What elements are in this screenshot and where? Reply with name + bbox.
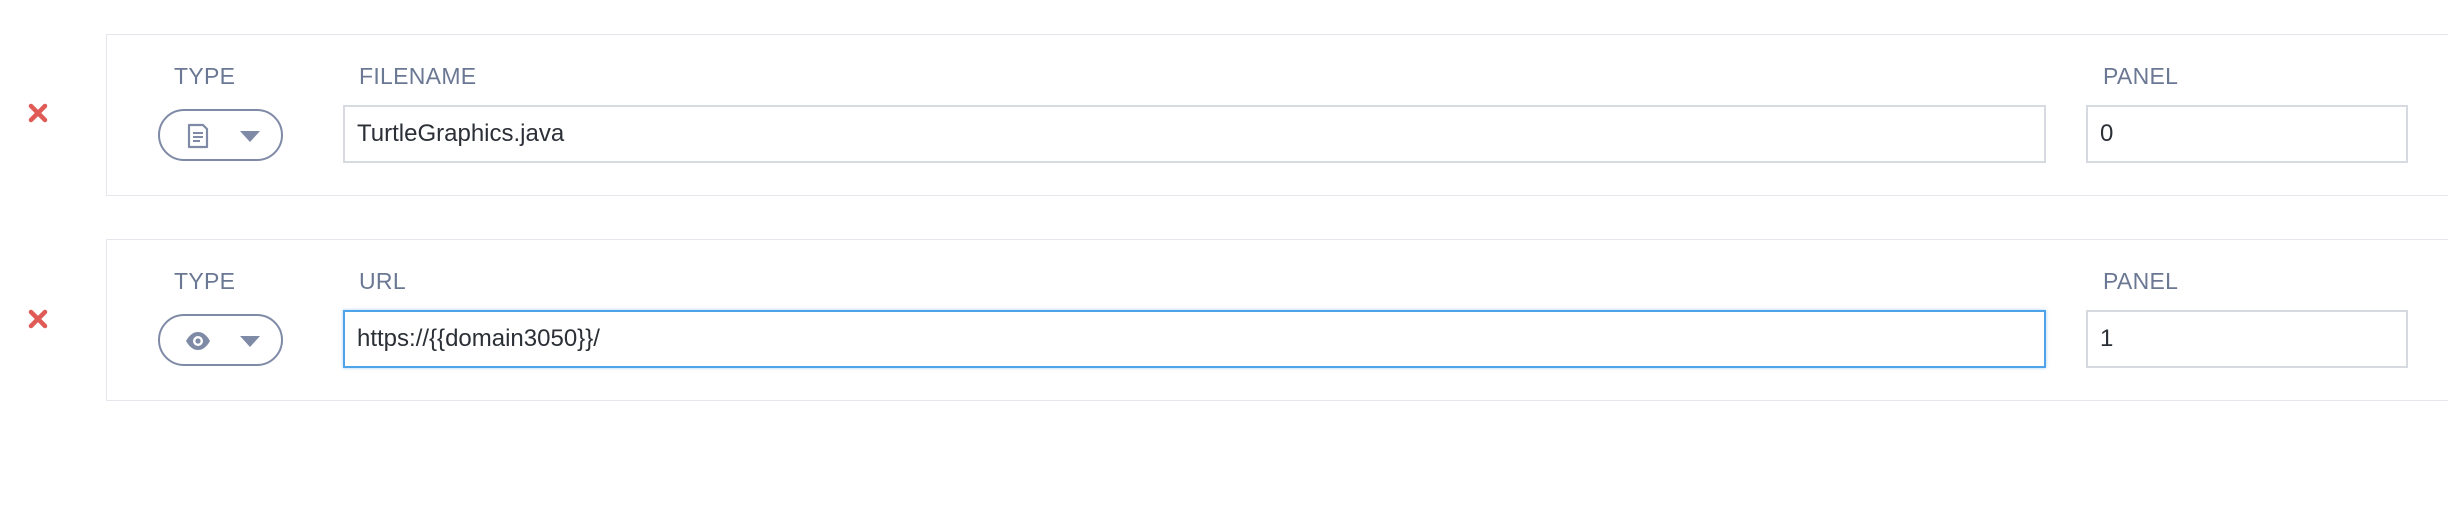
chevron-down-icon [240,336,260,347]
panel-input[interactable] [2086,310,2408,368]
chevron-down-icon [240,131,260,142]
url-input[interactable] [343,310,2046,368]
filename-input[interactable] [343,105,2046,163]
eye-icon [184,327,212,355]
type-select[interactable] [158,109,283,161]
panel-label: PANEL [2103,268,2179,294]
filename-label: FILENAME [359,63,477,89]
type-label: TYPE [174,268,236,294]
file-entry-card: TYPE FILENAME PANEL [106,34,2448,196]
url-entry-card: TYPE URL PANEL [106,239,2448,401]
type-label: TYPE [174,63,236,89]
document-icon [184,122,212,150]
file-entries-list: TYPE FILENAME PANEL TYPE [0,0,2448,516]
type-select[interactable] [158,314,283,366]
remove-row-close-icon[interactable] [26,101,50,125]
url-label: URL [359,268,406,294]
panel-label: PANEL [2103,63,2179,89]
remove-row-close-icon[interactable] [26,307,50,331]
panel-input[interactable] [2086,105,2408,163]
